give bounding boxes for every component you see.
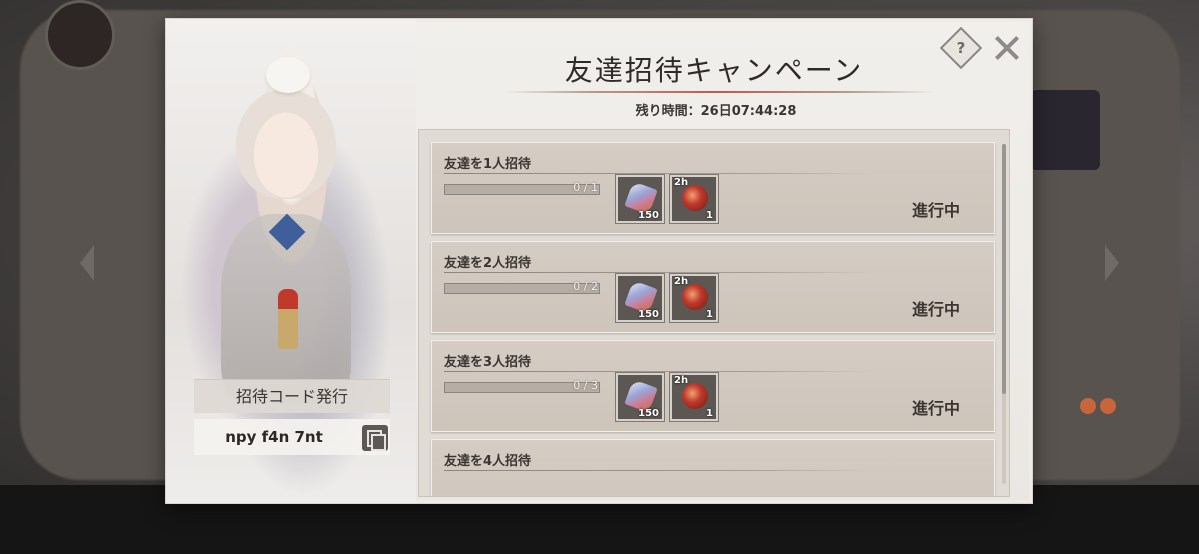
invite-code-box: 招待コード発行 npy f4n 7nt	[194, 379, 390, 461]
mission-item: 友達を1人招待 0 / 1 150 2h 1 進行中	[431, 142, 995, 234]
mission-title: 友達を1人招待	[444, 157, 532, 172]
remaining-time: 残り時間：26日07:44:28	[635, 104, 797, 119]
mission-status: 進行中	[912, 300, 961, 319]
mission-list[interactable]: 友達を1人招待 0 / 1 150 2h 1 進行中 友達を2人招待 0 / 2…	[418, 129, 1010, 497]
scrollbar-thumb[interactable]	[1002, 144, 1006, 394]
friend-invite-dialog: 招待コード発行 npy f4n 7nt 友達招待キャンペーン 残り時間：26日0…	[165, 18, 1033, 504]
reward-quantity: 150	[638, 408, 659, 419]
mission-progress-text: 0 / 2	[573, 280, 598, 293]
background-right-arrow-icon	[1105, 245, 1119, 281]
mission-title: 友達を3人招待	[444, 355, 532, 370]
mission-item: 友達を2人招待 0 / 2 150 2h 1 進行中	[431, 241, 995, 333]
mission-divider	[444, 371, 874, 372]
dialog-title: 友達招待キャンペーン	[564, 54, 864, 87]
mission-title: 友達を4人招待	[444, 454, 532, 469]
background-thumbnail	[1030, 90, 1100, 170]
reward-duration: 2h	[674, 375, 689, 386]
help-icon: ?	[956, 39, 966, 57]
background-dot	[1080, 398, 1096, 414]
mission-status: 進行中	[912, 201, 961, 220]
invite-code-label: 招待コード発行	[194, 379, 390, 413]
background-left-arrow-icon	[80, 245, 94, 281]
mission-divider	[444, 173, 874, 174]
mission-divider	[444, 470, 874, 471]
copy-code-button[interactable]	[362, 425, 388, 451]
mission-status: 進行中	[912, 399, 961, 418]
mission-divider	[444, 272, 874, 273]
background-avatar	[45, 0, 115, 70]
character-hat	[266, 57, 310, 93]
mission-progress-text: 0 / 3	[573, 379, 598, 392]
reward-crystal[interactable]: 150	[616, 175, 664, 223]
character-head	[236, 89, 336, 199]
background-dot	[1100, 398, 1116, 414]
reward-quantity: 150	[638, 210, 659, 221]
mission-progress-text: 0 / 1	[573, 181, 598, 194]
reward-quantity: 150	[638, 309, 659, 320]
orb-icon	[682, 284, 708, 310]
invite-code-value: npy f4n 7nt	[225, 428, 323, 446]
reward-duration: 2h	[674, 276, 689, 287]
reward-quantity: 1	[706, 210, 713, 221]
close-button[interactable]	[992, 33, 1022, 63]
reward-orb[interactable]: 2h 1	[670, 274, 718, 322]
mission-item: 友達を3人招待 0 / 3 150 2h 1 進行中	[431, 340, 995, 432]
invite-code-row: npy f4n 7nt	[194, 419, 390, 455]
help-button[interactable]: ?	[939, 26, 983, 70]
character-tassel	[278, 289, 298, 349]
list-scrollbar[interactable]	[1002, 144, 1006, 484]
reward-crystal[interactable]: 150	[616, 274, 664, 322]
orb-icon	[682, 383, 708, 409]
reward-orb[interactable]: 2h 1	[670, 373, 718, 421]
reward-crystal[interactable]: 150	[616, 373, 664, 421]
reward-quantity: 1	[706, 309, 713, 320]
reward-orb[interactable]: 2h 1	[670, 175, 718, 223]
title-divider	[504, 91, 934, 93]
reward-quantity: 1	[706, 408, 713, 419]
orb-icon	[682, 185, 708, 211]
reward-duration: 2h	[674, 177, 689, 188]
mission-title: 友達を2人招待	[444, 256, 532, 271]
mission-item: 友達を4人招待	[431, 439, 995, 496]
